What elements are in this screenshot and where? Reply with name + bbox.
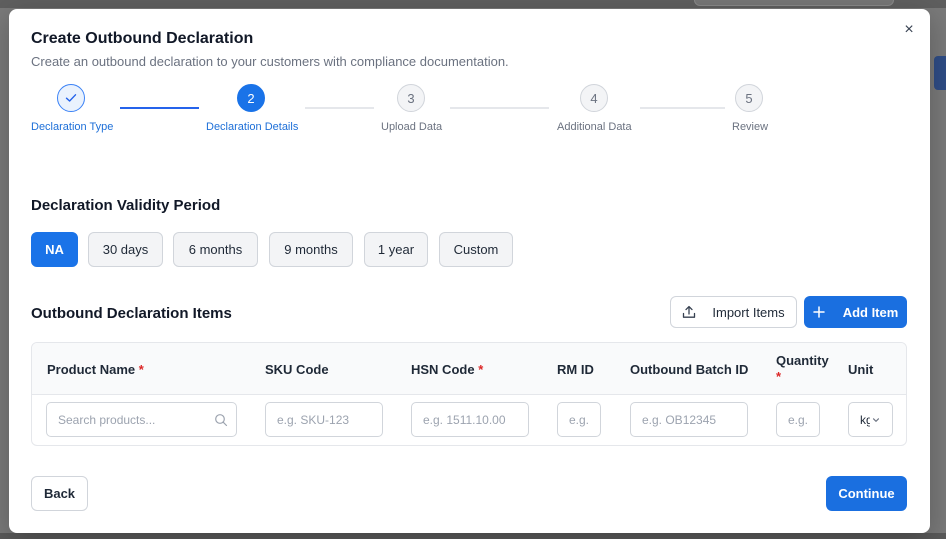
plus-icon xyxy=(812,306,825,318)
step-1-label: Declaration Type xyxy=(31,121,114,133)
unit-selected-value: kg xyxy=(860,412,870,427)
modal-title: Create Outbound Declaration xyxy=(31,30,254,47)
step-5-circle[interactable]: 5 xyxy=(735,84,763,112)
background-search-bar xyxy=(694,0,894,6)
step-connector-1 xyxy=(120,107,199,109)
step-connector-2 xyxy=(305,107,374,109)
step-3-label: Upload Data xyxy=(381,121,443,133)
modal-subtitle: Create an outbound declaration to your c… xyxy=(31,54,509,69)
items-table-header: Product Name * SKU Code HSN Code * RM ID… xyxy=(32,343,906,395)
step-connector-4 xyxy=(640,107,725,109)
step-5-label: Review xyxy=(732,121,769,133)
back-button[interactable]: Back xyxy=(31,476,88,511)
background-bottom-bar xyxy=(0,533,946,539)
product-search-placeholder: Search products... xyxy=(58,412,156,427)
column-rm-id: RM ID xyxy=(557,362,594,377)
step-connector-3 xyxy=(450,107,549,109)
validity-option-30-days[interactable]: 30 days xyxy=(88,232,163,267)
import-items-button[interactable]: Import Items xyxy=(670,296,797,328)
step-2-circle[interactable]: 2 xyxy=(237,84,265,112)
add-item-label: Add Item xyxy=(842,304,899,320)
unit-select[interactable]: kg xyxy=(848,402,893,437)
column-sku-code: SKU Code xyxy=(265,362,329,377)
hsn-code-placeholder: e.g. 1511.10.00 xyxy=(423,412,506,427)
upload-icon xyxy=(683,305,696,318)
validity-section-title: Declaration Validity Period xyxy=(31,197,221,214)
validity-option-custom[interactable]: Custom xyxy=(439,232,513,267)
check-icon xyxy=(65,94,77,102)
continue-button[interactable]: Continue xyxy=(826,476,907,511)
column-unit: Unit xyxy=(848,362,874,377)
validity-option-9-months[interactable]: 9 months xyxy=(269,232,353,267)
background-button xyxy=(934,56,946,90)
search-icon xyxy=(215,414,228,427)
step-1-check-icon[interactable] xyxy=(57,84,85,112)
rm-id-placeholder: e.g. xyxy=(569,412,590,427)
create-declaration-modal: × Create Outbound Declaration Create an … xyxy=(9,9,930,533)
column-outbound-batch-id: Outbound Batch ID xyxy=(630,362,749,377)
column-hsn-code: HSN Code * xyxy=(411,362,484,377)
quantity-placeholder: e.g. xyxy=(788,412,809,427)
sku-code-input[interactable]: e.g. SKU-123 xyxy=(265,402,383,437)
validity-option-1-year[interactable]: 1 year xyxy=(364,232,428,267)
validity-option-6-months[interactable]: 6 months xyxy=(173,232,258,267)
step-3-circle[interactable]: 3 xyxy=(397,84,425,112)
sku-code-placeholder: e.g. SKU-123 xyxy=(277,412,350,427)
column-product-name: Product Name * xyxy=(47,362,144,377)
step-4-circle[interactable]: 4 xyxy=(580,84,608,112)
chevron-down-icon xyxy=(872,417,880,422)
column-quantity: Quantity * xyxy=(776,353,829,384)
import-items-label: Import Items xyxy=(712,304,785,320)
items-table: Product Name * SKU Code HSN Code * RM ID… xyxy=(31,342,907,446)
outbound-batch-id-input[interactable]: e.g. OB12345 xyxy=(630,402,748,437)
step-2-label: Declaration Details xyxy=(206,121,299,133)
quantity-input[interactable]: e.g. xyxy=(776,402,820,437)
rm-id-input[interactable]: e.g. xyxy=(557,402,601,437)
items-section-title: Outbound Declaration Items xyxy=(31,305,232,322)
hsn-code-input[interactable]: e.g. 1511.10.00 xyxy=(411,402,529,437)
close-icon[interactable]: × xyxy=(900,21,918,39)
step-4-label: Additional Data xyxy=(557,121,632,133)
batch-id-placeholder: e.g. OB12345 xyxy=(642,412,717,427)
validity-option-na[interactable]: NA xyxy=(31,232,78,267)
add-item-button[interactable]: Add Item xyxy=(804,296,907,328)
product-search-input[interactable]: Search products... xyxy=(46,402,237,437)
